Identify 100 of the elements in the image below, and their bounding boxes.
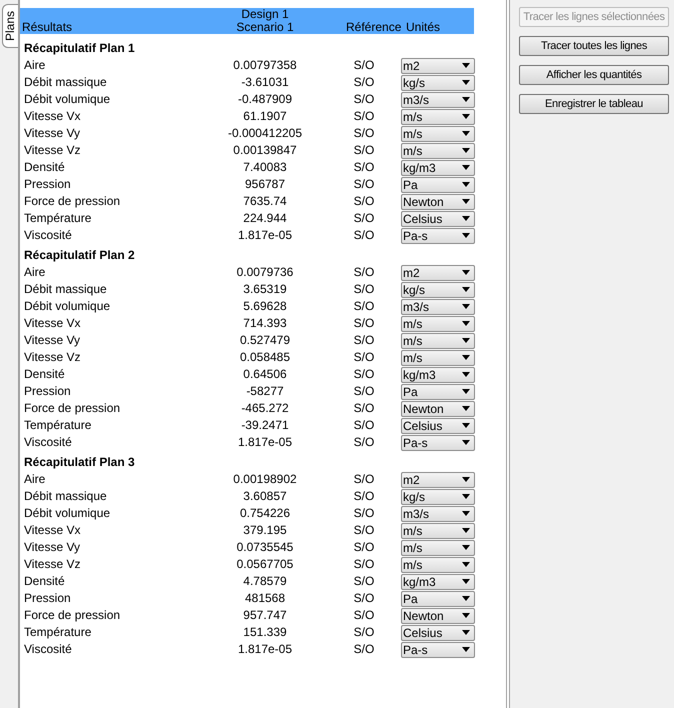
- table-cell-text: S/O: [352, 625, 376, 640]
- caret-icon: [462, 389, 470, 394]
- caret-icon: [462, 423, 470, 428]
- column-header: Unités: [406, 20, 440, 34]
- unit-dropdown[interactable]: m3/s: [401, 298, 475, 314]
- unit-dropdown[interactable]: Pa: [401, 176, 475, 192]
- section-title: Récapitulatif Plan 3: [23, 454, 136, 471]
- table-cell-text: S/O: [352, 367, 376, 382]
- unit-dropdown[interactable]: kg/s: [401, 488, 475, 504]
- caret-icon: [462, 321, 470, 326]
- row-label: Viscosité: [23, 642, 73, 657]
- caret-icon: [462, 233, 470, 238]
- side-tab[interactable]: Plans: [2, 4, 18, 48]
- row-label: Pression: [23, 384, 72, 399]
- caret-icon: [462, 97, 470, 102]
- table-cell-text: 957.747: [242, 608, 288, 623]
- caret-icon: [462, 131, 470, 136]
- column-header: Résultats: [21, 20, 74, 34]
- table-cell-text: S/O: [352, 58, 376, 73]
- caret-icon: [462, 647, 470, 652]
- unit-dropdown[interactable]: m2: [401, 58, 475, 74]
- table-cell-text: S/O: [352, 228, 376, 243]
- table-cell-text: -465.272: [240, 401, 290, 416]
- unit-dropdown[interactable]: m/s: [401, 332, 475, 348]
- caret-icon: [462, 545, 470, 550]
- unit-dropdown[interactable]: Pa-s: [401, 434, 475, 450]
- unit-dropdown[interactable]: kg/s: [401, 74, 475, 90]
- row-label: Vitesse Vy: [23, 126, 82, 141]
- table-cell-text: 4.78579: [242, 574, 288, 589]
- caret-icon: [462, 182, 470, 187]
- row-label: Vitesse Vy: [23, 333, 82, 348]
- table-cell-text: S/O: [352, 316, 376, 331]
- caret-icon: [462, 406, 470, 411]
- row-label: Densité: [23, 160, 66, 175]
- unit-dropdown[interactable]: kg/m3: [401, 366, 475, 382]
- caret-icon: [462, 372, 470, 377]
- section-title: Récapitulatif Plan 2: [23, 247, 136, 264]
- table-cell-text: 0.754226: [238, 506, 292, 521]
- row-label: Vitesse Vx: [23, 109, 82, 124]
- table-cell-text: 0.00198902: [232, 472, 298, 487]
- unit-dropdown[interactable]: m3/s: [401, 506, 475, 522]
- unit-dropdown[interactable]: m3/s: [401, 92, 475, 108]
- unit-dropdown[interactable]: m/s: [401, 540, 475, 556]
- row-label: Densité: [23, 574, 66, 589]
- row-label: Viscosité: [23, 228, 73, 243]
- table-cell-text: S/O: [352, 557, 376, 572]
- row-label: Vitesse Vz: [23, 143, 82, 158]
- unit-dropdown[interactable]: kg/m3: [401, 574, 475, 590]
- unit-dropdown[interactable]: Pa: [401, 384, 475, 400]
- unit-dropdown[interactable]: m/s: [401, 316, 475, 332]
- unit-dropdown[interactable]: Pa-s: [401, 642, 475, 658]
- unit-dropdown[interactable]: Celsius: [401, 210, 475, 226]
- table-cell-text: 0.00139847: [232, 143, 298, 158]
- table-cell-text: S/O: [352, 472, 376, 487]
- unit-dropdown[interactable]: Celsius: [401, 624, 475, 640]
- table-cell-text: S/O: [352, 608, 376, 623]
- table-cell-text: -0.487909: [236, 92, 294, 107]
- unit-dropdown[interactable]: m2: [401, 472, 475, 488]
- unit-dropdown[interactable]: Newton: [401, 608, 475, 624]
- table-cell-text: S/O: [352, 75, 376, 90]
- table-cell-text: S/O: [352, 489, 376, 504]
- row-label: Pression: [23, 177, 72, 192]
- caret-icon: [462, 494, 470, 499]
- table-cell-text: 1.817e-05: [236, 435, 294, 450]
- unit-dropdown[interactable]: m/s: [401, 126, 475, 142]
- unit-dropdown[interactable]: m/s: [401, 350, 475, 366]
- row-label: Aire: [23, 472, 46, 487]
- table-cell-text: S/O: [352, 92, 376, 107]
- table-cell-text: 7.40083: [242, 160, 288, 175]
- unit-dropdown[interactable]: kg/s: [401, 282, 475, 298]
- unit-dropdown[interactable]: Newton: [401, 400, 475, 416]
- caret-icon: [462, 477, 470, 482]
- unit-dropdown[interactable]: Pa-s: [401, 228, 475, 244]
- unit-dropdown[interactable]: m/s: [401, 142, 475, 158]
- unit-dropdown[interactable]: m2: [401, 264, 475, 280]
- unit-dropdown[interactable]: Newton: [401, 194, 475, 210]
- row-label: Viscosité: [23, 435, 73, 450]
- table-cell-text: -58277: [245, 384, 285, 399]
- table-cell-text: S/O: [352, 282, 376, 297]
- column-header: Scenario 1: [236, 20, 294, 34]
- caret-icon: [462, 270, 470, 275]
- row-label: Débit volumique: [23, 299, 112, 314]
- caret-icon: [462, 287, 470, 292]
- unit-dropdown[interactable]: Celsius: [401, 418, 475, 434]
- table-cell-text: S/O: [352, 126, 376, 141]
- table-cell-text: S/O: [352, 591, 376, 606]
- action-button[interactable]: Tracer toutes les lignes: [519, 36, 669, 56]
- caret-icon: [462, 338, 470, 343]
- unit-dropdown[interactable]: Pa: [401, 590, 475, 606]
- action-button[interactable]: Enregistrer le tableau: [519, 94, 669, 114]
- row-label: Vitesse Vz: [23, 557, 82, 572]
- table-cell-text: 7635.74: [242, 194, 288, 209]
- table-cell-text: 1.817e-05: [236, 228, 294, 243]
- unit-dropdown[interactable]: m/s: [401, 108, 475, 124]
- action-button[interactable]: Afficher les quantités: [519, 65, 669, 85]
- caret-icon: [462, 304, 470, 309]
- unit-dropdown[interactable]: m/s: [401, 556, 475, 572]
- unit-dropdown[interactable]: m/s: [401, 522, 475, 538]
- unit-dropdown[interactable]: kg/m3: [401, 160, 475, 176]
- table-cell-text: 3.60857: [242, 489, 288, 504]
